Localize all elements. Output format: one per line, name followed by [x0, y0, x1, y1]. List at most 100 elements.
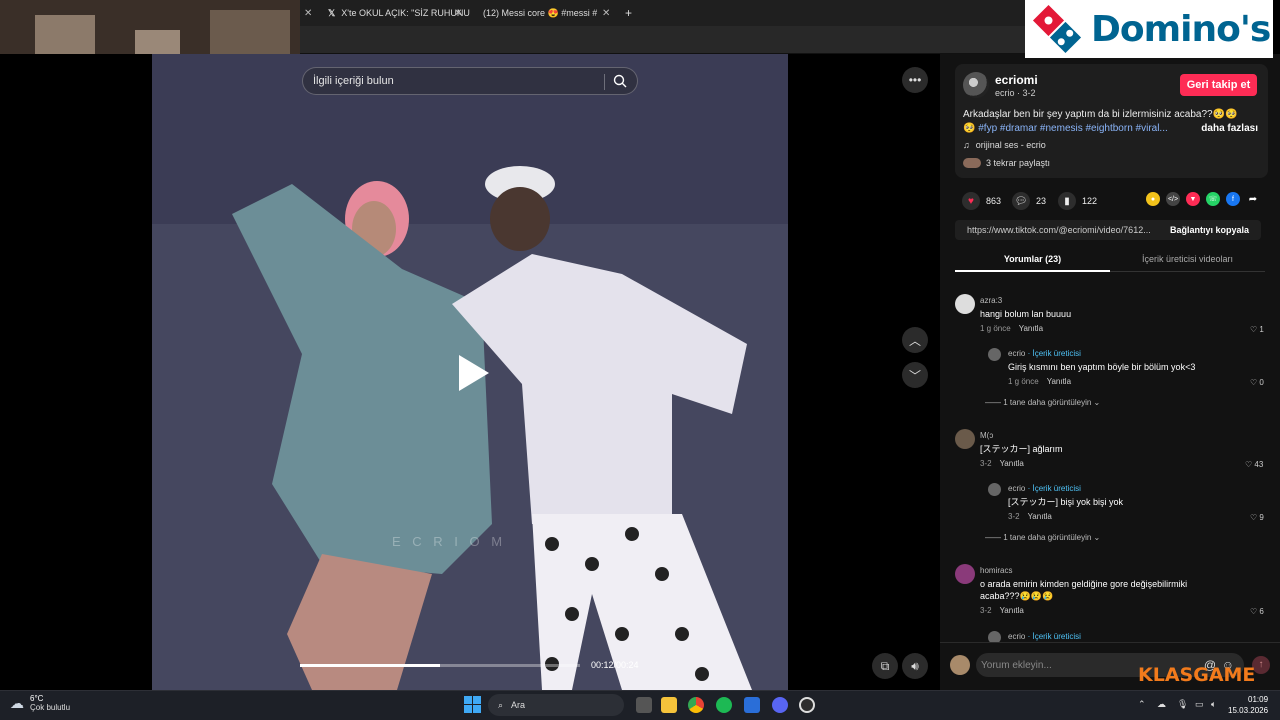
network-icon[interactable]: ▭ [1195, 699, 1204, 710]
cloud-sync-icon[interactable]: ☁ [1157, 699, 1166, 710]
reply-username[interactable]: ecrio [1008, 484, 1025, 493]
commenter-avatar[interactable] [988, 483, 1001, 496]
creator-username[interactable]: ecriomi [995, 73, 1038, 87]
more-options-button[interactable]: ••• [902, 67, 928, 93]
weather-desc: Çok bulutlu [30, 703, 71, 712]
video-link[interactable]: https://www.tiktok.com/@ecriomi/video/76… [967, 225, 1151, 235]
search-icon[interactable] [613, 74, 627, 91]
comment-like-count: 1 [1259, 325, 1264, 334]
tab-close-button[interactable]: ✕ [454, 4, 462, 22]
bookmark-icon[interactable]: ▮ [1058, 192, 1076, 210]
tab-close-button[interactable]: ✕ [304, 4, 312, 22]
commenter-avatar[interactable] [955, 564, 975, 584]
floating-player-button[interactable]: ⧉ [872, 653, 898, 679]
comment-like[interactable]: ♡ 6 [1250, 607, 1264, 616]
commenter-avatar[interactable] [955, 429, 975, 449]
copy-link-button[interactable]: Bağlantıyı kopyala [1170, 225, 1249, 235]
task-view-icon[interactable] [636, 697, 652, 713]
file-explorer-icon[interactable] [661, 697, 677, 713]
comment-username[interactable]: ecrio · İçerik üreticisi [1008, 632, 1081, 641]
search-icon: ⌕ [498, 699, 504, 710]
browser-tabstrip: ✕ 𝕏 X'te OKUL AÇIK: "SİZ RUHUNU ✕ (12) M… [300, 0, 1025, 26]
comment-like[interactable]: ♡ 9 [1250, 513, 1264, 522]
microphone-icon[interactable]: 🎙︎ [1177, 699, 1188, 710]
spotify-icon[interactable] [716, 697, 732, 713]
taskbar-search[interactable]: ⌕ Ara [488, 694, 624, 716]
sound-link[interactable]: ♫ orijinal ses - ecrio [963, 140, 1046, 150]
close-icon[interactable]: ✕ [602, 8, 610, 19]
creator-avatar[interactable] [963, 72, 989, 98]
comment-stat[interactable]: 💬︎ 23 [1012, 192, 1046, 210]
view-more-replies[interactable]: —— 1 tane daha görüntüleyin ⌄ [985, 398, 1100, 407]
play-button[interactable] [455, 353, 491, 398]
app-icon[interactable] [744, 697, 760, 713]
comment-like[interactable]: ♡ 1 [1250, 325, 1264, 334]
comment-date: 3-2 [980, 459, 992, 468]
whatsapp-icon[interactable]: ☏ [1206, 192, 1220, 206]
steam-icon[interactable] [799, 697, 815, 713]
volume-button[interactable]: 🔊︎ [902, 653, 928, 679]
reply-button[interactable]: Yanıtla [1019, 324, 1043, 333]
caption-more-link[interactable]: daha fazlası [1201, 122, 1258, 136]
next-video-button[interactable]: ﹀ [902, 362, 928, 388]
taskbar-clock[interactable]: 01:09 15.03.2026 [1228, 694, 1268, 716]
browser-tab-youtube[interactable]: (12) Messi core 😍 #messi #fcb [477, 4, 597, 22]
caption-text: Arkadaşlar ben bir şey yaptım da bi izle… [963, 109, 1238, 120]
taskbar-search-label: Ara [511, 700, 526, 710]
comment-username[interactable]: azra:3 [980, 296, 1002, 305]
comment-username[interactable]: homiracs [980, 566, 1012, 575]
close-icon[interactable]: ✕ [454, 8, 462, 19]
creator-label: · İçerik üreticisi [1027, 484, 1081, 493]
creator-label: · İçerik üreticisi [1027, 632, 1081, 641]
chrome-icon[interactable] [688, 697, 704, 713]
tab-creator-videos[interactable]: İçerik üreticisi videoları [1110, 250, 1265, 272]
save-stat[interactable]: ▮ 122 [1058, 192, 1097, 210]
discord-icon[interactable] [772, 697, 788, 713]
share-arrow-icon[interactable]: ➦ [1246, 192, 1260, 206]
comment-like[interactable]: ♡ 0 [1250, 378, 1264, 387]
reply-username[interactable]: ecrio [1008, 349, 1025, 358]
tab-comments[interactable]: Yorumlar (23) [955, 250, 1110, 272]
repost-label: 3 tekrar paylaştı [986, 158, 1051, 168]
reply-button[interactable]: Yanıtla [1000, 606, 1024, 615]
caption-hashtags[interactable]: 🥺 #fyp #dramar #nemesis #eightborn #vira… [963, 123, 1168, 134]
commenter-avatar[interactable] [955, 294, 975, 314]
video-link-box: https://www.tiktok.com/@ecriomi/video/76… [955, 220, 1261, 240]
tab-label: (12) Messi core 😍 #messi #fcb [483, 7, 597, 18]
comment-like[interactable]: ♡ 43 [1245, 460, 1263, 469]
volume-icon: 🔊︎ [911, 658, 919, 673]
related-content-search[interactable]: İlgili içeriği bulun [302, 67, 638, 95]
follow-back-button[interactable]: Geri takip et [1180, 74, 1257, 96]
comment-username[interactable]: ecrio · İçerik üreticisi [1008, 484, 1081, 493]
klasgame-logo: KLASGAME [1138, 664, 1256, 686]
comment-date: 1 g önce [980, 324, 1011, 333]
facebook-icon[interactable]: f [1226, 192, 1240, 206]
tab-close-button[interactable]: ✕ [602, 4, 610, 22]
previous-video-button[interactable]: ︿ [902, 327, 928, 353]
like-count: 863 [986, 196, 1002, 206]
close-icon[interactable]: ✕ [304, 8, 312, 19]
dominos-tile-icon [1031, 3, 1083, 55]
view-more-replies[interactable]: —— 1 tane daha görüntüleyin ⌄ [985, 533, 1100, 542]
reply-button[interactable]: Yanıtla [1000, 459, 1024, 468]
heart-icon[interactable]: ♥ [962, 192, 980, 210]
comment-like-count: 6 [1259, 607, 1264, 616]
commenter-avatar[interactable] [988, 348, 1001, 361]
speaker-icon[interactable]: 🔈︎ [1211, 699, 1216, 710]
chevron-up-icon[interactable]: ⌃ [1138, 699, 1146, 710]
reply-button[interactable]: Yanıtla [1028, 512, 1052, 521]
comment-icon[interactable]: 💬︎ [1012, 192, 1030, 210]
reply-button[interactable]: Yanıtla [1047, 377, 1071, 386]
chevron-down-icon: ﹀ [908, 368, 921, 383]
like-stat[interactable]: ♥ 863 [962, 192, 1001, 210]
reply-username[interactable]: ecrio [1008, 632, 1025, 641]
weather-widget[interactable]: ☁ 6°C Çok bulutlu [10, 694, 70, 712]
comment-username[interactable]: ecrio · İçerik üreticisi [1008, 349, 1081, 358]
start-button[interactable] [464, 696, 481, 718]
send-icon[interactable]: ▼ [1186, 192, 1200, 206]
repost-info: 3 tekrar paylaştı [963, 158, 1050, 168]
comment-username[interactable]: M(ↄ [980, 431, 993, 440]
new-tab-button[interactable]: + [625, 4, 632, 22]
embed-icon[interactable]: </> [1166, 192, 1180, 206]
coin-share-icon[interactable]: ● [1146, 192, 1160, 206]
